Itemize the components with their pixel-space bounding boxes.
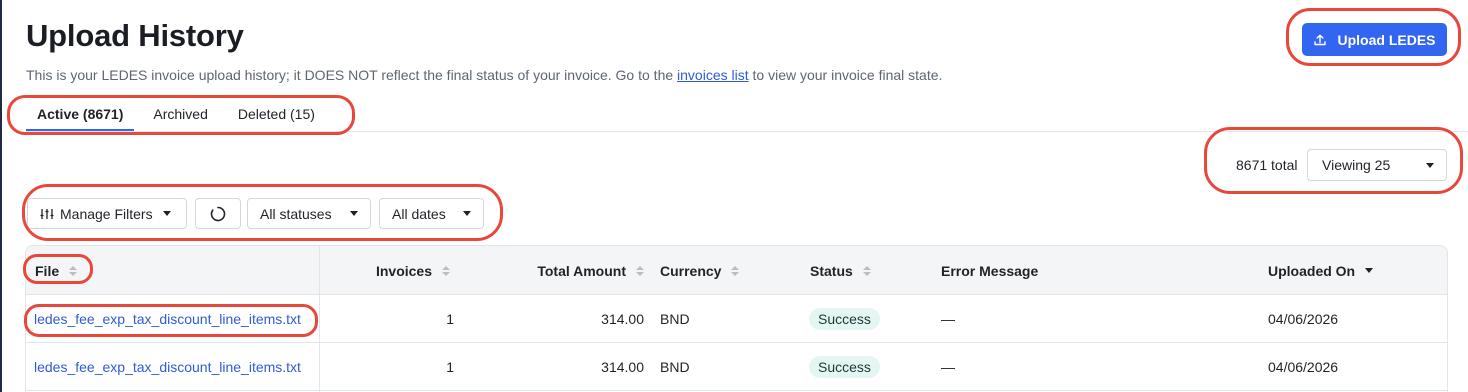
tab-archived[interactable]: Archived bbox=[142, 96, 218, 132]
status-badge: Success bbox=[809, 356, 880, 378]
sort-icon bbox=[636, 265, 644, 276]
tab-deleted[interactable]: Deleted (15) bbox=[227, 96, 326, 132]
subtitle-text-before: This is your LEDES invoice upload histor… bbox=[26, 67, 674, 83]
date-filter-value: All dates bbox=[392, 205, 446, 222]
column-header-uploaded-on-label: Uploaded On bbox=[1268, 262, 1356, 279]
column-header-currency-label: Currency bbox=[660, 262, 722, 279]
refresh-icon bbox=[210, 206, 226, 221]
chevron-down-icon bbox=[162, 211, 171, 216]
page-title: Upload History bbox=[26, 18, 244, 53]
page-size-value: Viewing 25 bbox=[1322, 157, 1391, 173]
page-size-select[interactable]: Viewing 25 bbox=[1307, 149, 1447, 181]
total-count: 8671 total bbox=[1236, 157, 1298, 173]
manage-filters-button[interactable]: Manage Filters bbox=[27, 198, 187, 229]
currency-cell: BND bbox=[660, 311, 690, 327]
error-message-cell: — bbox=[941, 311, 955, 327]
column-header-currency[interactable]: Currency bbox=[660, 246, 740, 295]
currency-cell: BND bbox=[660, 359, 690, 375]
file-link[interactable]: ledes_fee_exp_tax_discount_line_items.tx… bbox=[34, 311, 301, 327]
manage-filters-label: Manage Filters bbox=[60, 205, 153, 222]
refresh-button[interactable] bbox=[195, 198, 241, 229]
uploaded-on-cell: 04/06/2026 bbox=[1268, 359, 1339, 375]
status-filter-value: All statuses bbox=[260, 205, 332, 222]
date-filter-select[interactable]: All dates bbox=[379, 198, 484, 229]
sort-descending-icon bbox=[1365, 268, 1374, 273]
sort-icon bbox=[862, 265, 871, 276]
column-header-invoices-label: Invoices bbox=[375, 262, 432, 279]
chevron-down-icon bbox=[463, 211, 471, 216]
sort-icon bbox=[442, 265, 450, 276]
file-link[interactable]: ledes_fee_exp_tax_discount_line_items.tx… bbox=[34, 359, 301, 375]
upload-ledes-button[interactable]: Upload LEDES bbox=[1302, 23, 1447, 56]
chevron-down-icon bbox=[1426, 162, 1434, 168]
total-amount-cell: 314.00 bbox=[601, 359, 644, 375]
column-header-error-message-label: Error Message bbox=[941, 262, 1039, 279]
table-header: File Invoices Total Amount Currency Stat… bbox=[26, 246, 1447, 295]
page-subtitle: This is your LEDES invoice upload histor… bbox=[26, 67, 942, 83]
column-header-status[interactable]: Status bbox=[810, 246, 871, 295]
column-header-total-amount-label: Total Amount bbox=[537, 262, 626, 279]
error-message-cell: — bbox=[941, 359, 955, 375]
window-left-edge bbox=[0, 0, 2, 392]
sort-icon bbox=[731, 265, 740, 276]
upload-icon bbox=[1314, 34, 1327, 45]
sort-icon bbox=[69, 265, 78, 276]
tabs-divider bbox=[26, 131, 1468, 132]
tab-active[interactable]: Active (8671) bbox=[26, 96, 135, 132]
chevron-down-icon bbox=[350, 211, 358, 216]
tab-bar: Active (8671) Archived Deleted (15) bbox=[26, 96, 334, 132]
invoices-list-link[interactable]: invoices list bbox=[677, 67, 749, 83]
invoices-cell: 1 bbox=[446, 359, 454, 375]
table-row: ledes_fee_exp_tax_discount_line_items.tx… bbox=[26, 295, 1447, 343]
uploaded-on-cell: 04/06/2026 bbox=[1268, 311, 1339, 327]
sliders-icon bbox=[40, 208, 54, 219]
invoices-cell: 1 bbox=[446, 311, 454, 327]
subtitle-text-after: to view your invoice final state. bbox=[752, 67, 943, 83]
upload-history-table: File Invoices Total Amount Currency Stat… bbox=[25, 245, 1448, 392]
table-row: ledes_fee_exp_tax_discount_line_items.tx… bbox=[26, 343, 1447, 391]
upload-ledes-label: Upload LEDES bbox=[1337, 31, 1436, 48]
column-header-file[interactable]: File bbox=[35, 246, 78, 295]
status-filter-select[interactable]: All statuses bbox=[247, 198, 371, 229]
column-header-uploaded-on[interactable]: Uploaded On bbox=[1268, 246, 1374, 295]
total-amount-cell: 314.00 bbox=[601, 311, 644, 327]
column-header-invoices[interactable]: Invoices bbox=[326, 246, 450, 295]
column-header-error-message: Error Message bbox=[941, 246, 1038, 295]
column-divider bbox=[319, 246, 320, 392]
column-header-total-amount[interactable]: Total Amount bbox=[466, 246, 644, 295]
column-header-status-label: Status bbox=[810, 262, 853, 279]
status-badge: Success bbox=[809, 308, 880, 330]
column-header-file-label: File bbox=[35, 262, 60, 279]
